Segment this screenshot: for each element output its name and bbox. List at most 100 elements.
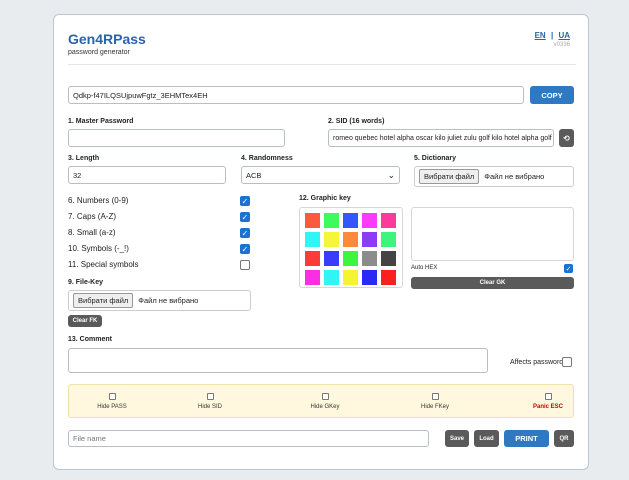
comment-textarea[interactable] <box>68 348 488 373</box>
option-symbols-label: 10. Symbols (-_!) <box>68 244 129 253</box>
hide-pass-option: Hide PASS <box>72 393 152 410</box>
options-list: 6. Numbers (0-9) ✓ 7. Caps (A-Z) ✓ 8. Sm… <box>68 196 250 276</box>
password-output[interactable]: Qdkp-f47ILQSUjpuwFgtz_3EHMTex4EH <box>68 86 524 104</box>
load-button[interactable]: Load <box>474 430 499 447</box>
hide-pass-checkbox[interactable] <box>108 393 116 400</box>
sid-input[interactable]: romeo quebec hotel alpha oscar kilo juli… <box>328 129 554 147</box>
option-row: 7. Caps (A-Z) ✓ <box>68 212 250 228</box>
length-label: 3. Length <box>68 155 100 162</box>
graphic-key-cell[interactable] <box>362 213 377 228</box>
option-symbols-checkbox[interactable]: ✓ <box>240 244 250 254</box>
graphic-key-cell[interactable] <box>305 251 320 266</box>
hide-sid-checkbox[interactable] <box>206 393 214 400</box>
hide-fkey-label: Hide FKey <box>420 404 449 410</box>
graphic-key-cell[interactable] <box>381 251 396 266</box>
option-special-checkbox[interactable] <box>240 260 250 270</box>
sid-refresh-button[interactable]: ⟲ <box>559 129 574 147</box>
copy-button[interactable]: COPY <box>530 86 574 104</box>
panic-esc-label: Panic ESC <box>532 404 563 410</box>
affects-password-label: Affects password <box>510 359 564 366</box>
dictionary-file-status: Файл не вибрано <box>484 172 545 181</box>
clear-gk-button[interactable]: Clear GK <box>411 277 574 289</box>
dictionary-choose-file-button[interactable]: Вибрати файл <box>419 169 480 184</box>
qr-button[interactable]: QR <box>554 430 574 447</box>
file-key-picker[interactable]: Вибрати файл Файл не вибрано <box>68 290 251 311</box>
option-row: 10. Symbols (-_!) ✓ <box>68 244 250 260</box>
graphic-key-panel <box>299 207 403 288</box>
master-password-label: 1. Master Password <box>68 118 134 125</box>
file-name-input[interactable]: File name <box>68 430 429 447</box>
randomness-label: 4. Randomness <box>241 155 293 162</box>
hide-fkey-option: Hide FKey <box>395 393 475 410</box>
header-divider <box>68 64 576 65</box>
hide-gkey-label: Hide GKey <box>310 404 340 410</box>
option-small-label: 8. Small (a-z) <box>68 228 116 237</box>
hide-pass-label: Hide PASS <box>97 404 127 410</box>
hide-sid-option: Hide SID <box>170 393 250 410</box>
graphic-key-cell[interactable] <box>343 232 358 247</box>
graphic-key-cell[interactable] <box>305 213 320 228</box>
randomness-selected-value: ACB <box>246 170 262 180</box>
save-button[interactable]: Save <box>445 430 469 447</box>
version-label: v0336 <box>553 42 570 48</box>
lang-en-link[interactable]: EN <box>535 31 546 40</box>
comment-label: 13. Comment <box>68 336 112 343</box>
file-key-choose-file-button[interactable]: Вибрати файл <box>73 293 134 308</box>
graphic-key-preview <box>411 207 574 261</box>
lang-separator: | <box>550 31 554 40</box>
clear-fk-button[interactable]: Clear FK <box>68 315 102 327</box>
hide-sid-label: Hide SID <box>197 404 222 410</box>
graphic-key-cell[interactable] <box>362 232 377 247</box>
graphic-key-cell[interactable] <box>343 270 358 285</box>
graphic-key-cell[interactable] <box>343 213 358 228</box>
sid-label: 2. SID (16 words) <box>328 118 385 125</box>
chevron-down-icon: ⌄ <box>387 169 395 180</box>
graphic-key-cell[interactable] <box>305 232 320 247</box>
hide-fkey-checkbox[interactable] <box>431 393 439 400</box>
hide-gkey-option: Hide GKey <box>285 393 365 410</box>
graphic-key-grid <box>305 213 397 285</box>
graphic-key-cell[interactable] <box>381 270 396 285</box>
file-name-placeholder: File name <box>73 434 106 443</box>
graphic-key-cell[interactable] <box>305 270 320 285</box>
graphic-key-cell[interactable] <box>324 270 339 285</box>
option-numbers-checkbox[interactable]: ✓ <box>240 196 250 206</box>
file-key-status: Файл не вибрано <box>138 296 199 305</box>
graphic-key-cell[interactable] <box>324 213 339 228</box>
auto-hex-label: Auto HEX <box>411 265 438 271</box>
randomness-select[interactable]: ACB ⌄ <box>241 166 400 184</box>
language-switcher: EN | UA <box>535 31 570 40</box>
affects-password-checkbox[interactable] <box>562 357 572 367</box>
length-input[interactable]: 32 <box>68 166 226 184</box>
file-key-label: 9. File-Key <box>68 279 104 286</box>
dictionary-file-picker[interactable]: Вибрати файл Файл не вибрано <box>414 166 574 187</box>
panic-esc-checkbox[interactable] <box>544 393 552 400</box>
option-numbers-label: 6. Numbers (0-9) <box>68 196 129 205</box>
auto-hex-checkbox[interactable]: ✓ <box>564 264 573 273</box>
graphic-key-cell[interactable] <box>362 270 377 285</box>
option-row: 6. Numbers (0-9) ✓ <box>68 196 250 212</box>
dictionary-label: 5. Dictionary <box>414 155 457 162</box>
hide-gkey-checkbox[interactable] <box>321 393 329 400</box>
print-button[interactable]: PRINT <box>504 430 549 447</box>
graphic-key-cell[interactable] <box>343 251 358 266</box>
graphic-key-cell[interactable] <box>381 232 396 247</box>
option-row: 11. Special symbols <box>68 260 250 276</box>
option-caps-checkbox[interactable]: ✓ <box>240 212 250 222</box>
lang-ua-link[interactable]: UA <box>558 31 570 40</box>
option-row: 8. Small (a-z) ✓ <box>68 228 250 244</box>
option-caps-label: 7. Caps (A-Z) <box>68 212 117 221</box>
app-card: Gen4RPass password generator EN | UA v03… <box>53 14 589 470</box>
panic-esc-option: Panic ESC <box>508 393 588 410</box>
app-title: Gen4RPass <box>68 31 146 47</box>
graphic-key-label: 12. Graphic key <box>299 195 351 202</box>
master-password-input[interactable] <box>68 129 285 147</box>
option-small-checkbox[interactable]: ✓ <box>240 228 250 238</box>
hide-options-bar: Hide PASS Hide SID Hide GKey Hide FKey P… <box>68 384 574 418</box>
graphic-key-cell[interactable] <box>362 251 377 266</box>
graphic-key-cell[interactable] <box>324 232 339 247</box>
graphic-key-cell[interactable] <box>381 213 396 228</box>
app-subtitle: password generator <box>68 49 130 56</box>
graphic-key-cell[interactable] <box>324 251 339 266</box>
option-special-label: 11. Special symbols <box>68 260 139 269</box>
